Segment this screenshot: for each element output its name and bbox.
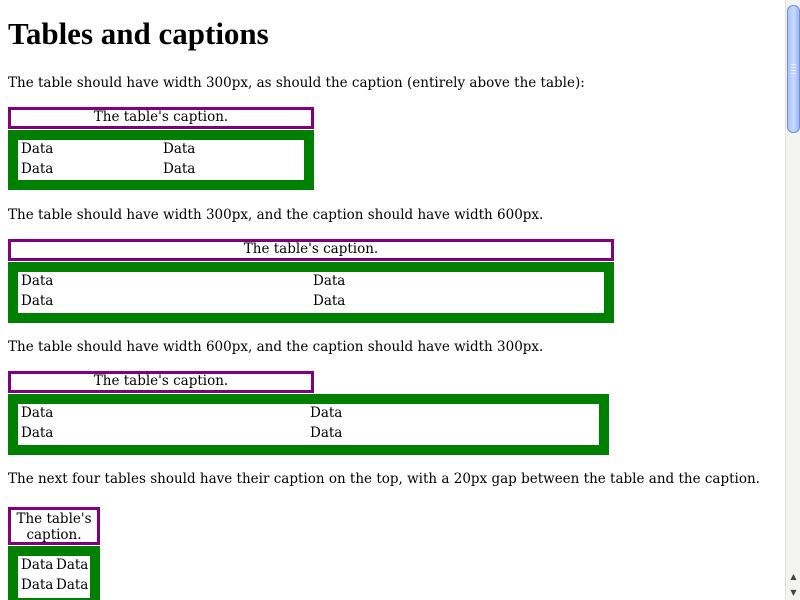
arrow-down-icon[interactable]: ▼ [787,585,800,600]
data-table: Data Data Data Data [8,262,614,323]
table-cell: Data [56,577,89,593]
table-caption: The table's caption. [8,371,314,393]
paragraph-2: The table should have width 300px, and t… [8,207,544,223]
table-cell: Data [21,425,54,441]
data-table: Data Data Data Data [8,130,314,190]
table-cell: Data [163,141,196,157]
table-cell: Data [56,557,89,573]
table-cell: Data [163,161,196,177]
table-cell: Data [313,273,346,289]
table-cell: Data [21,161,54,177]
table-cell: Data [21,293,54,309]
paragraph-3: The table should have width 600px, and t… [8,339,544,355]
table-cell: Data [310,425,343,441]
arrow-up-icon[interactable]: ▲ [787,569,800,584]
paragraph-1: The table should have width 300px, as sh… [8,75,585,91]
scrollbar-thumb[interactable] [787,5,800,133]
table-cell: Data [310,405,343,421]
vertical-scrollbar[interactable]: ▲ ▼ [785,0,800,600]
table-cell: Data [313,293,346,309]
page-content: Tables and captions The table should hav… [0,0,785,600]
table-caption: The table's caption. [8,239,614,261]
table-cell: Data [21,405,54,421]
paragraph-4: The next four tables should have their c… [8,471,760,487]
data-table: Data Data Data Data [8,546,100,600]
table-cell: Data [21,557,54,573]
table-cell: Data [21,577,54,593]
table-cell: Data [21,141,54,157]
table-caption: The table's caption. [8,507,100,545]
table-cell: Data [21,273,54,289]
page-title: Tables and captions [8,16,269,51]
data-table: Data Data Data Data [8,394,609,455]
table-caption: The table's caption. [8,107,314,129]
